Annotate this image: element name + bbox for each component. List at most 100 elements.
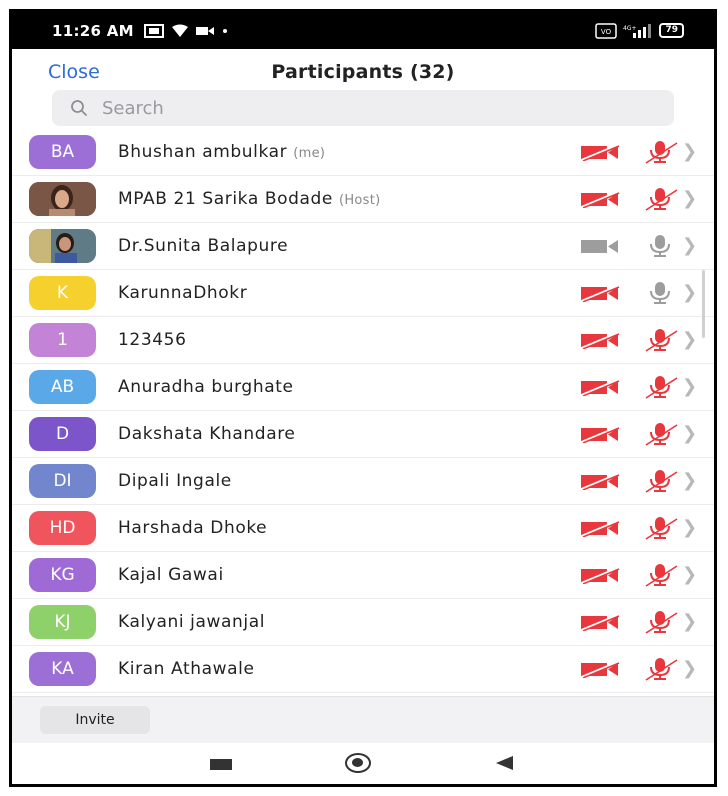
- home-icon[interactable]: [345, 753, 371, 773]
- video-off-icon[interactable]: [580, 519, 620, 541]
- avatar-initials: DI: [53, 471, 72, 491]
- chevron-right-icon[interactable]: ❯: [682, 423, 697, 444]
- video-camera-icon: [195, 26, 214, 35]
- microphone-icon[interactable]: [640, 280, 680, 310]
- avatar: KG: [29, 558, 96, 592]
- chevron-right-icon[interactable]: ❯: [682, 658, 697, 679]
- participant-role: (Host): [338, 193, 381, 208]
- header: Close Participants (32): [12, 49, 714, 95]
- video-off-icon[interactable]: [580, 378, 620, 400]
- avatar: BA: [29, 135, 96, 169]
- video-camera-icon[interactable]: [580, 237, 620, 259]
- chevron-right-icon[interactable]: ❯: [682, 564, 697, 585]
- avatar-initials: D: [55, 424, 70, 444]
- participant-row[interactable]: KA Kiran Athawale ❯: [12, 646, 714, 693]
- participant-name: Kiran Athawale: [118, 659, 255, 679]
- phone-screen: 11:26 AM VO 4G+ 79 Close Participants (3…: [9, 9, 717, 787]
- avatar: [29, 229, 96, 263]
- avatar: D: [29, 417, 96, 451]
- video-off-icon[interactable]: [580, 190, 620, 212]
- avatar-initials: BA: [50, 142, 75, 162]
- participant-name: 123456: [118, 330, 187, 350]
- participant-row[interactable]: MPAB 21 Sarika Bodade (Host) ❯: [12, 176, 714, 223]
- chevron-right-icon[interactable]: ❯: [682, 376, 697, 397]
- participant-name-text: Kiran Athawale: [118, 659, 255, 679]
- battery-icon: 79: [659, 23, 684, 38]
- chevron-right-icon[interactable]: ❯: [682, 282, 697, 303]
- search-input[interactable]: [102, 97, 622, 119]
- microphone-muted-icon[interactable]: [640, 327, 680, 357]
- participant-row[interactable]: 1 123456 ❯: [12, 317, 714, 364]
- participant-name: Kajal Gawai: [118, 565, 224, 585]
- video-off-icon[interactable]: [580, 660, 620, 682]
- chevron-right-icon[interactable]: ❯: [682, 517, 697, 538]
- participant-list: BA Bhushan ambulkar (me) ❯ MPAB 21 Sarika Bo…: [12, 129, 714, 693]
- close-button[interactable]: Close: [48, 61, 100, 83]
- participant-row[interactable]: Dr.Sunita Balapure ❯: [12, 223, 714, 270]
- page-title: Participants (32): [271, 61, 455, 83]
- participant-name-text: Dr.Sunita Balapure: [118, 236, 289, 256]
- bottom-bar: Invite: [12, 696, 714, 743]
- microphone-muted-icon[interactable]: [640, 139, 680, 169]
- participant-name: KarunnaDhokr: [118, 283, 247, 303]
- recents-icon[interactable]: [210, 759, 232, 770]
- video-off-icon[interactable]: [580, 284, 620, 306]
- microphone-muted-icon[interactable]: [640, 468, 680, 498]
- participant-row[interactable]: KG Kajal Gawai ❯: [12, 552, 714, 599]
- back-icon[interactable]: [496, 756, 513, 770]
- participant-row[interactable]: K KarunnaDhokr ❯: [12, 270, 714, 317]
- video-off-icon[interactable]: [580, 425, 620, 447]
- microphone-muted-icon[interactable]: [640, 562, 680, 592]
- avatar: DI: [29, 464, 96, 498]
- participant-name: Dipali Ingale: [118, 471, 232, 491]
- microphone-muted-icon[interactable]: [640, 186, 680, 216]
- video-off-icon[interactable]: [580, 472, 620, 494]
- chevron-right-icon[interactable]: ❯: [682, 470, 697, 491]
- microphone-muted-icon[interactable]: [640, 421, 680, 451]
- participant-name-text: MPAB 21 Sarika Bodade: [118, 189, 333, 209]
- participant-row[interactable]: BA Bhushan ambulkar (me) ❯: [12, 129, 714, 176]
- status-bar: 11:26 AM VO 4G+ 79: [12, 12, 714, 49]
- chevron-right-icon[interactable]: ❯: [682, 329, 697, 350]
- participant-row[interactable]: HD Harshada Dhoke ❯: [12, 505, 714, 552]
- avatar-initials: KJ: [54, 612, 71, 632]
- video-off-icon[interactable]: [580, 143, 620, 165]
- microphone-muted-icon[interactable]: [640, 515, 680, 545]
- participant-name-text: Dipali Ingale: [118, 471, 232, 491]
- avatar: KJ: [29, 605, 96, 639]
- wifi-icon: [171, 24, 188, 37]
- chevron-right-icon[interactable]: ❯: [682, 188, 697, 209]
- microphone-muted-icon[interactable]: [640, 656, 680, 686]
- avatar-initials: KG: [50, 565, 75, 585]
- avatar: HD: [29, 511, 96, 545]
- microphone-muted-icon[interactable]: [640, 374, 680, 404]
- participant-row[interactable]: KJ Kalyani jawanjal ❯: [12, 599, 714, 646]
- svg-text:VO: VO: [601, 28, 612, 36]
- video-off-icon[interactable]: [580, 613, 620, 635]
- participant-row[interactable]: DI Dipali Ingale ❯: [12, 458, 714, 505]
- microphone-muted-icon[interactable]: [640, 609, 680, 639]
- search-icon: [70, 99, 88, 117]
- search-bar[interactable]: [52, 90, 674, 126]
- participant-name: Anuradha burghate: [118, 377, 294, 397]
- screen-cast-icon: [143, 23, 164, 38]
- participant-name-text: Bhushan ambulkar: [118, 142, 288, 162]
- participant-row[interactable]: D Dakshata Khandare ❯: [12, 411, 714, 458]
- chevron-right-icon[interactable]: ❯: [682, 235, 697, 256]
- chevron-right-icon[interactable]: ❯: [682, 611, 697, 632]
- invite-button[interactable]: Invite: [40, 706, 150, 734]
- participant-row[interactable]: AB Anuradha burghate ❯: [12, 364, 714, 411]
- microphone-icon[interactable]: [640, 233, 680, 263]
- video-off-icon[interactable]: [580, 566, 620, 588]
- participant-name-text: 123456: [118, 330, 187, 350]
- participant-name: Bhushan ambulkar (me): [118, 142, 325, 162]
- participant-role: (me): [293, 146, 326, 161]
- avatar-initials: KA: [51, 659, 74, 679]
- scrollbar[interactable]: [702, 270, 705, 338]
- dot-icon: [222, 28, 227, 33]
- participant-name-text: Harshada Dhoke: [118, 518, 268, 538]
- video-off-icon[interactable]: [580, 331, 620, 353]
- chevron-right-icon[interactable]: ❯: [682, 141, 697, 162]
- avatar-initials: HD: [49, 518, 76, 538]
- participant-name-text: Kalyani jawanjal: [118, 612, 266, 632]
